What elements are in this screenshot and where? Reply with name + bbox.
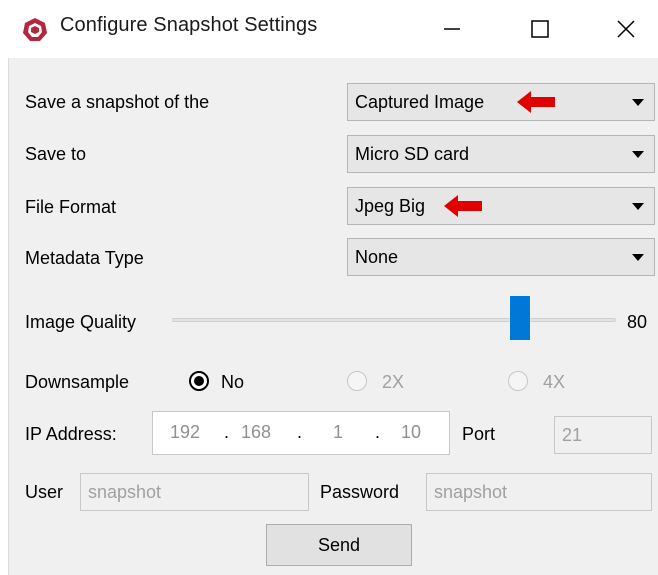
ip-separator: . <box>224 422 230 442</box>
file-format-value: Jpeg Big <box>355 196 426 216</box>
red-arrow-icon <box>517 91 555 113</box>
close-button[interactable] <box>606 12 646 46</box>
ip-address-input[interactable]: 192 . 168 . 1 . 10 <box>152 411 450 455</box>
port-value: 21 <box>562 425 583 445</box>
metadata-type-label: Metadata Type <box>25 248 144 268</box>
user-value: snapshot <box>88 482 162 502</box>
save-to-label: Save to <box>25 144 87 164</box>
file-format-dropdown[interactable]: Jpeg Big <box>347 187 655 225</box>
port-input[interactable]: 21 <box>554 416 652 454</box>
downsample-no-radio[interactable] <box>189 371 209 391</box>
metadata-type-dropdown[interactable]: None <box>347 238 655 276</box>
ip-address-label: IP Address: <box>25 424 117 444</box>
image-quality-slider-thumb[interactable] <box>510 296 530 340</box>
chevron-down-icon <box>632 254 644 261</box>
ip-octet-4[interactable]: 10 <box>401 422 421 443</box>
downsample-no-label: No <box>221 372 245 392</box>
window-title: Configure Snapshot Settings <box>60 14 318 36</box>
maximize-icon <box>531 20 549 38</box>
downsample-2x-label: 2X <box>382 372 405 392</box>
snapshot-of-label: Save a snapshot of the <box>25 92 210 112</box>
password-input[interactable]: snapshot <box>426 473 652 511</box>
user-input[interactable]: snapshot <box>80 473 309 511</box>
user-label: User <box>25 482 64 502</box>
password-label: Password <box>320 482 400 502</box>
maximize-button[interactable] <box>520 12 560 46</box>
chevron-down-icon <box>632 151 644 158</box>
app-logo-icon <box>23 18 47 41</box>
chevron-down-icon <box>632 203 644 210</box>
ip-octet-3[interactable]: 1 <box>333 422 343 443</box>
ip-separator: . <box>297 422 303 442</box>
minimize-button[interactable] <box>432 12 472 46</box>
minimize-icon <box>444 28 460 30</box>
ip-octet-1[interactable]: 192 <box>170 422 200 443</box>
image-quality-label: Image Quality <box>25 312 137 332</box>
downsample-label: Downsample <box>25 372 130 392</box>
title-bar: Configure Snapshot Settings <box>0 0 658 58</box>
close-icon <box>617 20 635 38</box>
image-quality-slider[interactable] <box>172 318 616 322</box>
downsample-2x-radio[interactable] <box>347 371 367 391</box>
metadata-type-value: None <box>355 247 399 267</box>
chevron-down-icon <box>632 99 644 106</box>
snapshot-of-value: Captured Image <box>355 92 485 112</box>
save-to-dropdown[interactable]: Micro SD card <box>347 135 655 173</box>
send-button[interactable]: Send <box>266 524 412 566</box>
save-to-value: Micro SD card <box>355 144 470 164</box>
snapshot-of-dropdown[interactable]: Captured Image <box>347 83 655 121</box>
red-arrow-icon <box>444 195 482 217</box>
downsample-4x-radio[interactable] <box>508 371 528 391</box>
port-label: Port <box>462 424 496 444</box>
downsample-4x-label: 4X <box>543 372 566 392</box>
ip-separator: . <box>375 422 381 442</box>
dialog-body: Save a snapshot of the Captured Image Sa… <box>8 58 658 575</box>
password-value: snapshot <box>434 482 508 502</box>
image-quality-value: 80 <box>627 312 648 332</box>
ip-octet-2[interactable]: 168 <box>241 422 271 443</box>
file-format-label: File Format <box>25 197 117 217</box>
